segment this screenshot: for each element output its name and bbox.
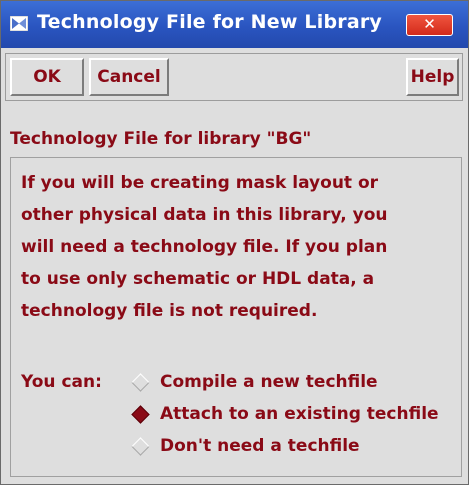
radio-label[interactable]: Attach to an existing techfile (160, 404, 439, 424)
title-bar[interactable]: Technology File for New Library ✕ (1, 1, 468, 48)
radio-label[interactable]: Compile a new techfile (160, 372, 378, 392)
description-line: to use only schematic or HDL data, a (21, 269, 375, 289)
description-line: other physical data in this library, you (21, 205, 388, 225)
close-button[interactable]: ✕ (406, 14, 453, 36)
description-line: will need a technology file. If you plan (21, 237, 388, 257)
window-title: Technology File for New Library (37, 11, 382, 33)
options-label: You can: (21, 372, 102, 392)
section-label: Technology File for library "BG" (10, 129, 312, 149)
window-app-icon (10, 16, 28, 31)
close-icon: ✕ (423, 15, 436, 33)
radio-label[interactable]: Don't need a techfile (160, 436, 360, 456)
ok-button[interactable]: OK (10, 58, 84, 96)
help-button[interactable]: Help (406, 58, 459, 96)
cancel-button[interactable]: Cancel (89, 58, 169, 96)
description-line: If you will be creating mask layout or (21, 173, 379, 193)
dialog-window: Technology File for New Library ✕ OK Can… (0, 0, 469, 485)
button-bar: OK Cancel Help (5, 53, 463, 101)
description-line: technology file is not required. (21, 301, 318, 321)
